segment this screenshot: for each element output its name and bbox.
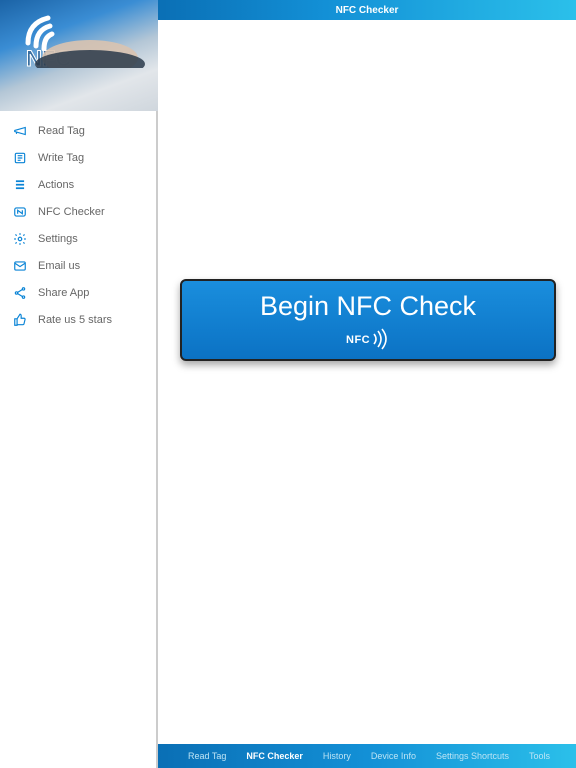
sidebar: NFC Read Tag Write Tag: [0, 0, 158, 768]
sidebar-item-nfc-checker[interactable]: NFC Checker: [0, 198, 156, 225]
sidebar-item-actions[interactable]: Actions: [0, 171, 156, 198]
content-area: Begin NFC Check NFC: [158, 20, 576, 744]
sidebar-nav: Read Tag Write Tag Actions NFC Checker: [0, 111, 156, 333]
sidebar-item-email-us[interactable]: Email us: [0, 252, 156, 279]
main-panel: NFC Checker Begin NFC Check NFC Read Tag…: [158, 0, 576, 768]
sidebar-item-write-tag[interactable]: Write Tag: [0, 144, 156, 171]
begin-button-label: Begin NFC Check: [260, 291, 476, 322]
nfc-icon: [12, 204, 28, 220]
nfc-signal-icon: NFC: [346, 328, 390, 350]
footer-tab-device-info[interactable]: Device Info: [361, 751, 426, 761]
footer-tab-history[interactable]: History: [313, 751, 361, 761]
sidebar-item-settings[interactable]: Settings: [0, 225, 156, 252]
sidebar-item-share-app[interactable]: Share App: [0, 279, 156, 306]
thumbs-up-icon: [12, 312, 28, 328]
footer-tab-tools[interactable]: Tools: [519, 751, 560, 761]
sidebar-item-label: Read Tag: [38, 125, 85, 137]
actions-icon: [12, 177, 28, 193]
write-icon: [12, 150, 28, 166]
footer-tabs: Read Tag NFC Checker History Device Info…: [158, 744, 576, 768]
footer-tab-nfc-checker[interactable]: NFC Checker: [236, 751, 313, 761]
mail-icon: [12, 258, 28, 274]
megaphone-icon: [12, 123, 28, 139]
sidebar-item-label: Write Tag: [38, 152, 84, 164]
sidebar-item-rate-us[interactable]: Rate us 5 stars: [0, 306, 156, 333]
sidebar-item-label: Settings: [38, 233, 78, 245]
header-bar: NFC Checker: [158, 0, 576, 20]
begin-nfc-check-button[interactable]: Begin NFC Check NFC: [180, 279, 556, 361]
footer-tab-settings-shortcuts[interactable]: Settings Shortcuts: [426, 751, 519, 761]
share-icon: [12, 285, 28, 301]
page-title: NFC Checker: [336, 5, 399, 16]
app-root: NFC Read Tag Write Tag: [0, 0, 576, 768]
hand-icon: [30, 8, 150, 68]
gear-icon: [12, 231, 28, 247]
sidebar-item-label: Email us: [38, 260, 80, 272]
footer-tab-read-tag[interactable]: Read Tag: [178, 751, 236, 761]
sidebar-item-label: Share App: [38, 287, 89, 299]
app-logo: NFC: [0, 0, 158, 111]
sidebar-item-label: Actions: [38, 179, 74, 191]
sidebar-item-label: NFC Checker: [38, 206, 105, 218]
svg-text:NFC: NFC: [346, 334, 370, 346]
sidebar-item-label: Rate us 5 stars: [38, 314, 112, 326]
sidebar-item-read-tag[interactable]: Read Tag: [0, 117, 156, 144]
